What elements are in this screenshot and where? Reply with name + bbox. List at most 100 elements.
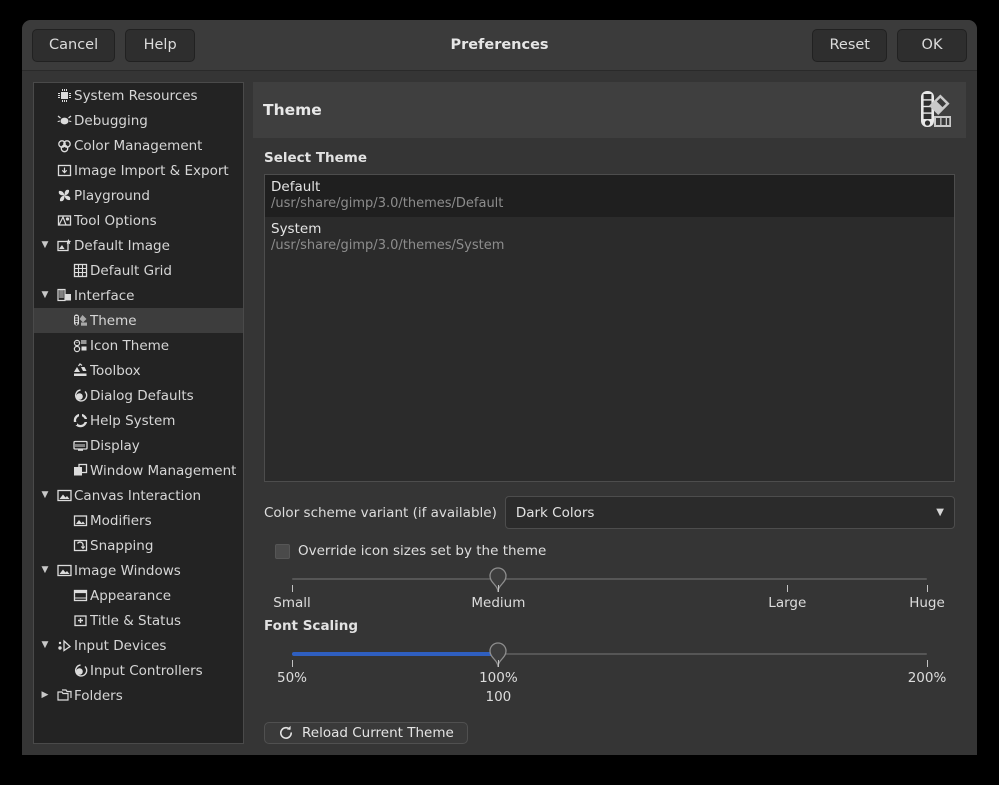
sidebar-item-label: Window Management <box>90 463 236 479</box>
sidebar-item-label: Input Devices <box>74 638 166 654</box>
sidebar-item-canvas-interaction[interactable]: ▼ Canvas Interaction <box>34 483 243 508</box>
theme-icon <box>70 313 90 328</box>
font-scaling-value: 100 <box>485 689 511 705</box>
override-icon-sizes-checkbox[interactable] <box>275 544 290 559</box>
reload-current-theme-button[interactable]: Reload Current Theme <box>264 722 468 744</box>
titlebar: Cancel Help Preferences Reset OK <box>22 20 977 71</box>
image-windows-icon <box>54 563 74 578</box>
sidebar-item-snapping[interactable]: Snapping <box>34 533 243 558</box>
ok-button[interactable]: OK <box>897 29 967 62</box>
input-controllers-icon <box>70 663 90 678</box>
reload-current-theme-label: Reload Current Theme <box>302 725 454 741</box>
pane-content: Select Theme Default/usr/share/gimp/3.0/… <box>253 138 966 744</box>
theme-list-item[interactable]: Default/usr/share/gimp/3.0/themes/Defaul… <box>265 175 954 217</box>
expander-down-icon[interactable]: ▼ <box>36 241 54 250</box>
titlebar-right-buttons: Reset OK <box>812 29 967 62</box>
preferences-main-pane: Theme <box>253 82 966 744</box>
icon-size-slider-block: SmallMediumLargeHuge <box>264 573 955 614</box>
color-scheme-value: Dark Colors <box>516 505 595 521</box>
sidebar-item-label: System Resources <box>74 88 198 104</box>
slider-tick-label: 100% <box>479 670 518 686</box>
appearance-icon <box>70 588 90 603</box>
sidebar-item-image-import-export[interactable]: Image Import & Export <box>34 158 243 183</box>
override-icon-sizes-label: Override icon sizes set by the theme <box>298 543 546 559</box>
sidebar-item-input-devices[interactable]: ▼ Input Devices <box>34 633 243 658</box>
slider-tick-label: Huge <box>909 595 945 611</box>
sidebar-item-title-status[interactable]: Title & Status <box>34 608 243 633</box>
sidebar-item-image-windows[interactable]: ▼Image Windows <box>34 558 243 583</box>
sidebar-item-color-management[interactable]: Color Management <box>34 133 243 158</box>
import-export-icon <box>54 163 74 178</box>
cancel-button[interactable]: Cancel <box>32 29 115 62</box>
color-scheme-dropdown[interactable]: Dark Colors ▼ <box>505 496 955 529</box>
help-button[interactable]: Help <box>125 29 195 62</box>
expander-down-icon[interactable]: ▼ <box>36 641 54 650</box>
titlebar-left-buttons: Cancel Help <box>32 29 195 62</box>
sidebar-item-default-grid[interactable]: Default Grid <box>34 258 243 283</box>
sidebar-item-label: Title & Status <box>90 613 181 629</box>
sidebar-item-dialog-defaults[interactable]: Dialog Defaults <box>34 383 243 408</box>
expander-right-icon[interactable]: ▶ <box>36 691 54 700</box>
expander-down-icon[interactable]: ▼ <box>36 566 54 575</box>
preferences-nav-sidebar[interactable]: System Resources Debugging Color Managemen… <box>33 82 244 744</box>
dialog-defaults-icon <box>70 388 90 403</box>
sidebar-item-appearance[interactable]: Appearance <box>34 583 243 608</box>
slider-tick <box>292 585 293 592</box>
sidebar-item-input-controllers[interactable]: Input Controllers <box>34 658 243 683</box>
sidebar-item-label: Interface <box>74 288 134 304</box>
canvas-icon <box>54 488 74 503</box>
sidebar-item-help-system[interactable]: Help System <box>34 408 243 433</box>
bug-icon <box>54 113 74 128</box>
expander-down-icon[interactable]: ▼ <box>36 491 54 500</box>
slider-tick-label: Medium <box>471 595 525 611</box>
sidebar-item-label: Display <box>90 438 140 454</box>
sidebar-item-label: Debugging <box>74 113 148 129</box>
slider-tick <box>498 585 499 592</box>
input-devices-icon <box>54 638 74 653</box>
sidebar-item-label: Tool Options <box>74 213 157 229</box>
chevron-down-icon: ▼ <box>936 507 944 518</box>
color-swatch-palette-icon <box>906 89 952 131</box>
theme-name: Default <box>271 179 948 196</box>
sidebar-item-theme[interactable]: Theme <box>34 308 243 333</box>
dialog-body: System Resources Debugging Color Managemen… <box>22 71 977 755</box>
sidebar-item-label: Canvas Interaction <box>74 488 201 504</box>
sidebar-item-toolbox[interactable]: Toolbox <box>34 358 243 383</box>
color-circles-icon <box>54 138 74 153</box>
icon-size-slider-track <box>292 578 927 580</box>
sidebar-item-icon-theme[interactable]: Icon Theme <box>34 333 243 358</box>
sidebar-item-debugging[interactable]: Debugging <box>34 108 243 133</box>
window-management-icon <box>70 463 90 478</box>
pinwheel-icon <box>54 188 74 203</box>
theme-name: System <box>271 221 948 238</box>
icon-size-slider[interactable] <box>292 573 927 585</box>
sidebar-item-label: Theme <box>90 313 137 329</box>
grid-icon <box>70 263 90 278</box>
reset-button[interactable]: Reset <box>812 29 887 62</box>
preferences-window: Cancel Help Preferences Reset OK System … <box>22 20 977 755</box>
help-system-icon <box>70 413 90 428</box>
sidebar-item-tool-options[interactable]: Tool Options <box>34 208 243 233</box>
override-icon-sizes-row[interactable]: Override icon sizes set by the theme <box>264 543 955 559</box>
sidebar-item-system-resources[interactable]: System Resources <box>34 83 243 108</box>
sidebar-item-window-management[interactable]: Window Management <box>34 458 243 483</box>
page-title: Theme <box>263 101 322 119</box>
sidebar-item-playground[interactable]: Playground <box>34 183 243 208</box>
sidebar-item-label: Icon Theme <box>90 338 169 354</box>
expander-down-icon[interactable]: ▼ <box>36 291 54 300</box>
theme-list-item[interactable]: System/usr/share/gimp/3.0/themes/System <box>265 217 954 259</box>
font-scaling-slider[interactable] <box>292 648 927 660</box>
theme-list[interactable]: Default/usr/share/gimp/3.0/themes/Defaul… <box>264 174 955 482</box>
sidebar-item-label: Color Management <box>74 138 202 154</box>
sidebar-item-modifiers[interactable]: Modifiers <box>34 508 243 533</box>
slider-tick <box>292 660 293 667</box>
sidebar-item-folders[interactable]: ▶Folders <box>34 683 243 708</box>
sidebar-item-display[interactable]: Display <box>34 433 243 458</box>
sidebar-item-label: Toolbox <box>90 363 141 379</box>
slider-tick <box>927 660 928 667</box>
pane-header: Theme <box>253 82 966 138</box>
sidebar-item-label: Snapping <box>90 538 153 554</box>
sidebar-item-interface[interactable]: ▼ Interface <box>34 283 243 308</box>
sidebar-item-default-image[interactable]: ▼Default Image <box>34 233 243 258</box>
slider-tick <box>787 585 788 592</box>
